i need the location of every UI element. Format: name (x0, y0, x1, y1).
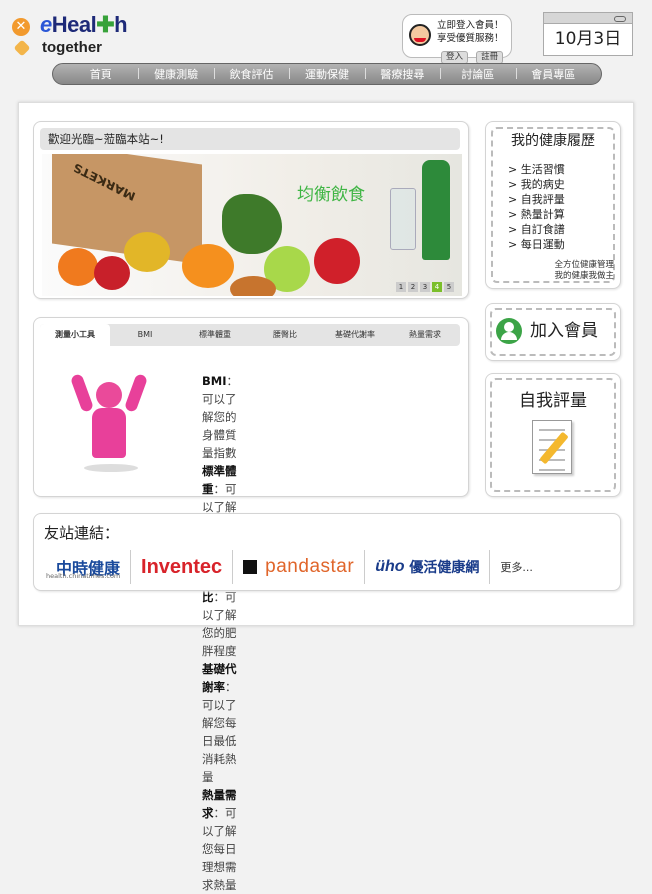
close-cross-icon: ✕ (12, 18, 30, 36)
orange-fruit-2 (182, 244, 234, 288)
history-item-lifestyle[interactable]: 生活習慣 (508, 162, 565, 177)
slideshow-pager: 1 2 3 4 5 (396, 282, 454, 292)
nav-item-medical-search[interactable]: 醫療搜尋 (364, 66, 440, 82)
nav-item-forum[interactable]: 討論區 (440, 66, 515, 82)
bag-label: MARKETS (71, 160, 138, 204)
history-item-self-assessment[interactable]: 自我評量 (508, 192, 565, 207)
pager-3[interactable]: 3 (420, 282, 430, 292)
def-calorie-needs[interactable]: 熱量需求：可以了解您每日理想需求熱量 (202, 786, 238, 894)
apple-fruit (94, 256, 130, 290)
measurement-tools-panel: 測量小工具 BMI 標準體重 腰臀比 基礎代謝率 熱量需求 BMI：可以了解您的… (33, 317, 469, 892)
history-footer: 全方位健康管理 我的健康我做主 (554, 260, 614, 281)
diamond-icon (13, 39, 31, 57)
orange-fruit (58, 248, 98, 286)
history-menu: 生活習慣 我的病史 自我評量 熱量計算 自訂食譜 每日運動 (508, 162, 565, 252)
health-history-panel: 我的健康履歷 生活習慣 我的病史 自我評量 熱量計算 自訂食譜 每日運動 全方位… (485, 121, 621, 289)
link-pandastar[interactable]: pandastar (233, 550, 366, 584)
tab-calorie-needs[interactable]: 熱量需求 (390, 324, 460, 346)
welcome-panel: 歡迎光臨~蒞臨本站~! MARKETS 均衡飲食 1 2 3 4 5 (33, 121, 469, 299)
def-bmr[interactable]: 基礎代謝率：可以了解您每日最低消耗熱量 (202, 660, 238, 786)
pandastar-logo-icon (243, 560, 258, 574)
more-links[interactable]: 更多... (490, 550, 543, 584)
site-logo[interactable]: ✕ eHeal✚h together (12, 10, 162, 60)
link-inventec[interactable]: Inventec (131, 550, 234, 584)
nav-item-member[interactable]: 會員專區 (515, 66, 591, 82)
melon-fruit (230, 276, 276, 296)
partner-links-title: 友站連結： (44, 524, 120, 542)
history-title: 我的健康履歷 (511, 133, 595, 149)
member-promo-line1: 立即登入會員！ (437, 20, 504, 31)
self-assessment-button[interactable]: 自我評量 (485, 373, 621, 497)
nav-item-home[interactable]: 首頁 (63, 66, 138, 82)
tab-bmi[interactable]: BMI (110, 324, 180, 346)
pager-1[interactable]: 1 (396, 282, 406, 292)
green-bottle (422, 160, 450, 260)
join-member-button[interactable]: 加入會員 (485, 303, 621, 361)
water-glass (390, 188, 416, 250)
tools-tabs: 測量小工具 BMI 標準體重 腰臀比 基礎代謝率 熱量需求 (40, 324, 460, 346)
nav-item-exercise[interactable]: 運動保健 (289, 66, 364, 82)
pineapple-leaves (222, 194, 282, 254)
brand-name: eHeal✚h (40, 12, 128, 37)
red-apple-fruit (314, 238, 360, 284)
welcome-title: 歡迎光臨~蒞臨本站~! (40, 128, 460, 150)
history-item-custom-recipes[interactable]: 自訂食譜 (508, 222, 565, 237)
pager-2[interactable]: 2 (408, 282, 418, 292)
tab-waist-hip-ratio[interactable]: 腰臀比 (250, 324, 320, 346)
link-chinatimes-health[interactable]: 中時健康 health.chinatimes.com (46, 550, 132, 584)
banner-slogan: 均衡飲食 (297, 185, 365, 205)
user-icon (496, 318, 522, 344)
tab-bmr[interactable]: 基礎代謝率 (320, 324, 390, 346)
history-item-daily-exercise[interactable]: 每日運動 (508, 237, 565, 252)
tab-tools[interactable]: 測量小工具 (40, 324, 110, 346)
member-login-box: 立即登入會員！ 享受優質服務！ 登入 註冊 (402, 14, 512, 64)
brand-tagline: together (42, 39, 102, 56)
pager-4[interactable]: 4 (432, 282, 442, 292)
avatar-icon (409, 24, 431, 46)
link-uho[interactable]: üho 優活健康網 (365, 550, 491, 584)
nav-item-health-test[interactable]: 健康測驗 (138, 66, 213, 82)
calendar-header (544, 13, 632, 24)
nav-item-diet[interactable]: 飲食評估 (213, 66, 289, 82)
pager-5[interactable]: 5 (444, 282, 454, 292)
tab-standard-weight[interactable]: 標準體重 (180, 324, 250, 346)
def-bmi[interactable]: BMI：可以了解您的身體質量指數 (202, 372, 238, 462)
partner-links-panel: 友站連結： 中時健康 health.chinatimes.com Invente… (33, 513, 621, 591)
pear-fruit (124, 232, 170, 272)
main-content: 歡迎光臨~蒞臨本站~! MARKETS 均衡飲食 1 2 3 4 5 測量小工具… (18, 102, 634, 892)
calendar-date: 10月3日 (554, 29, 622, 49)
history-item-medical-history[interactable]: 我的病史 (508, 177, 565, 192)
history-item-calorie-calc[interactable]: 熱量計算 (508, 207, 565, 222)
join-member-label: 加入會員 (530, 321, 598, 341)
tool-definitions: BMI：可以了解您的身體質量指數 標準體重：可以了解您最理想的體重數 腰臀比：可… (202, 372, 238, 894)
main-nav: 首頁 健康測驗 飲食評估 運動保健 醫療搜尋 討論區 會員專區 (52, 63, 602, 85)
partner-logos: 中時健康 health.chinatimes.com Inventec pand… (46, 550, 543, 584)
banner-slideshow[interactable]: MARKETS 均衡飲食 1 2 3 4 5 (42, 154, 462, 296)
date-calendar: 10月3日 (543, 12, 633, 56)
self-assessment-label: 自我評量 (519, 391, 587, 411)
person-figure-icon (69, 368, 149, 472)
